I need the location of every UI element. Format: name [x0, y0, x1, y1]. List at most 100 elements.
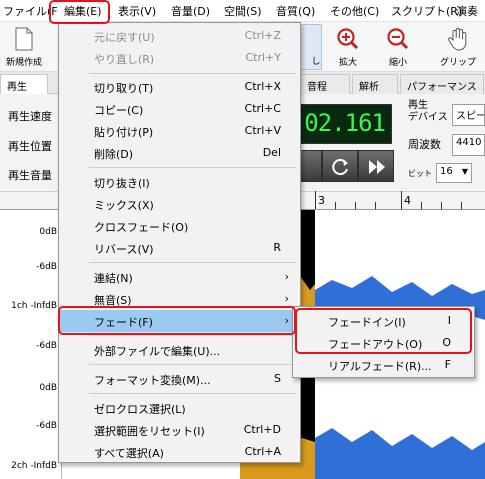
- time-display-value: 02.161: [304, 109, 386, 137]
- tab-analysis-label: 解析: [359, 82, 379, 93]
- menu-separator: [89, 335, 296, 336]
- menu-item-fade[interactable]: フェード(F) ›: [60, 310, 299, 332]
- menu-item-external-edit[interactable]: 外部ファイルで編集(U)...: [60, 339, 299, 361]
- menu-item-label: すべて選択(A): [94, 447, 164, 460]
- db-label: 0dB: [39, 383, 57, 393]
- menu-other[interactable]: その他(C): [330, 3, 379, 19]
- menu-item-shortcut: Del: [262, 146, 281, 159]
- menu-item-shortcut: Ctrl+C: [244, 102, 281, 115]
- ruler-tick: [375, 202, 376, 209]
- menu-item-shortcut: S: [274, 372, 281, 385]
- submenu-item-real-fade[interactable]: リアルフェード(R)... F: [294, 354, 473, 376]
- loop-button[interactable]: [322, 150, 358, 182]
- grip-button[interactable]: グリップ: [436, 24, 480, 70]
- fade-submenu: フェードイン(I) I フェードアウト(O) O リアルフェード(R)... F: [292, 306, 475, 378]
- menu-item-mix[interactable]: ミックス(X): [60, 193, 299, 215]
- menu-item-reverse[interactable]: リバース(V) R: [60, 237, 299, 259]
- menu-item-crossfade[interactable]: クロスフェード(O): [60, 215, 299, 237]
- menu-item-select-all[interactable]: すべて選択(A) Ctrl+A: [60, 441, 299, 463]
- volume-label: 再生音量: [8, 169, 52, 182]
- freq-label: 周波数: [408, 138, 441, 151]
- menu-volume[interactable]: 音量(D): [171, 3, 210, 19]
- hidden-label: し: [311, 57, 321, 67]
- zoom-in-icon: [337, 28, 359, 50]
- speed-label: 再生速度: [8, 110, 52, 123]
- menu-item-shortcut: Ctrl+V: [244, 124, 281, 137]
- menu-item-label: フェード(F): [94, 316, 153, 329]
- menu-item-silence[interactable]: 無音(S) ›: [60, 288, 299, 310]
- ruler-tick: [315, 191, 316, 209]
- menu-space[interactable]: 空間(S): [224, 3, 262, 19]
- new-button[interactable]: 新規作成: [2, 24, 46, 70]
- menu-item-zero-cross[interactable]: ゼロクロス選択(L): [60, 397, 299, 419]
- submenu-item-fade-out[interactable]: フェードアウト(O) O: [294, 332, 473, 354]
- position-label: 再生位置: [8, 140, 52, 153]
- fast-forward-button[interactable]: [358, 150, 394, 182]
- menu-item-label: 切り取り(T): [94, 82, 154, 95]
- menu-item-copy[interactable]: コピー(C) Ctrl+C: [60, 98, 299, 120]
- submenu-item-label: フェードアウト(O): [328, 338, 423, 351]
- menu-item-label: ミックス(X): [94, 199, 154, 212]
- db-label: 1ch -InfdB: [11, 301, 57, 311]
- zoom-out-button[interactable]: 縮小: [380, 24, 416, 70]
- ruler-tick: [401, 191, 402, 209]
- menu-item-label: 無音(S): [94, 294, 132, 307]
- zoom-out-label: 縮小: [388, 58, 407, 68]
- ruler-tick: [421, 202, 422, 209]
- menu-item-shortcut: Ctrl+Z: [244, 29, 281, 42]
- menu-item-concat[interactable]: 連結(N) ›: [60, 266, 299, 288]
- tab-pitch-label: 音程: [307, 82, 327, 93]
- menu-item-paste[interactable]: 貼り付け(P) Ctrl+V: [60, 120, 299, 142]
- bit-label: ビット: [408, 169, 432, 178]
- menu-item-trim[interactable]: 切り抜き(I): [60, 171, 299, 193]
- db-label: -6dB: [36, 341, 57, 351]
- menu-item-reset-selection[interactable]: 選択範囲をリセット(I) Ctrl+D: [60, 419, 299, 441]
- menu-item-shortcut: Ctrl+A: [244, 445, 281, 458]
- menu-separator: [89, 364, 296, 365]
- bit-value: 16: [440, 166, 453, 177]
- menu-item-format-convert[interactable]: フォーマット変換(M)... S: [60, 368, 299, 390]
- menu-item-redo[interactable]: やり直し(R) Ctrl+Y: [60, 47, 299, 69]
- menu-view[interactable]: 表示(V): [118, 3, 156, 19]
- tab-analysis[interactable]: 解析: [352, 74, 398, 94]
- time-display: 02.161: [292, 104, 392, 144]
- menu-item-label: コピー(C): [94, 104, 144, 117]
- tab-play[interactable]: 再生: [0, 74, 48, 94]
- tab-performance[interactable]: パフォーマンス: [400, 74, 484, 94]
- submenu-item-label: フェードイン(I): [328, 316, 406, 329]
- menu-script[interactable]: スクリプト(R): [391, 3, 462, 19]
- menu-item-delete[interactable]: 削除(D) Del: [60, 142, 299, 164]
- new-label: 新規作成: [5, 58, 42, 68]
- menu-item-cut[interactable]: 切り取り(T) Ctrl+X: [60, 76, 299, 98]
- chevron-right-icon: ›: [284, 270, 289, 283]
- chevron-right-icon: ›: [284, 314, 289, 327]
- menu-separator: [89, 393, 296, 394]
- device-select[interactable]: スピー: [452, 104, 485, 126]
- freq-select[interactable]: 4410: [452, 134, 485, 156]
- channel-scale: 0dB -6dB 1ch -InfdB -6dB 0dB -6dB 2ch -I…: [0, 210, 62, 479]
- menu-item-label: 連結(N): [94, 272, 133, 285]
- menu-item-shortcut: Ctrl+X: [244, 80, 281, 93]
- menu-item-shortcut: R: [273, 241, 281, 254]
- zoom-in-button[interactable]: 拡大: [330, 24, 366, 70]
- menu-quality[interactable]: 音質(Q): [276, 3, 315, 19]
- submenu-item-label: リアルフェード(R)...: [328, 360, 432, 373]
- menu-file[interactable]: ファイル(F: [3, 3, 58, 19]
- bit-select[interactable]: 16 ▼: [436, 163, 472, 183]
- ruler-tick: [441, 202, 442, 209]
- menu-play[interactable]: 演奏: [456, 3, 478, 19]
- menubar: ファイル(F 編集(E) 表示(V) 音量(D) 空間(S) 音質(Q) その他…: [0, 0, 485, 22]
- menu-item-label: 切り抜き(I): [94, 177, 150, 190]
- menu-item-undo[interactable]: 元に戻す(U) Ctrl+Z: [60, 25, 299, 47]
- menu-item-label: フォーマット変換(M)...: [94, 374, 211, 387]
- menu-separator: [89, 262, 296, 263]
- menu-edit[interactable]: 編集(E): [64, 3, 102, 19]
- db-label: 0dB: [39, 227, 57, 237]
- zoom-in-label: 拡大: [338, 58, 357, 68]
- menu-item-label: リバース(V): [94, 243, 154, 256]
- menu-separator: [89, 73, 296, 74]
- tab-pitch[interactable]: 音程: [300, 74, 350, 94]
- submenu-item-fade-in[interactable]: フェードイン(I) I: [294, 310, 473, 332]
- tab-play-label: 再生: [7, 82, 27, 93]
- menu-item-label: クロスフェード(O): [94, 221, 189, 234]
